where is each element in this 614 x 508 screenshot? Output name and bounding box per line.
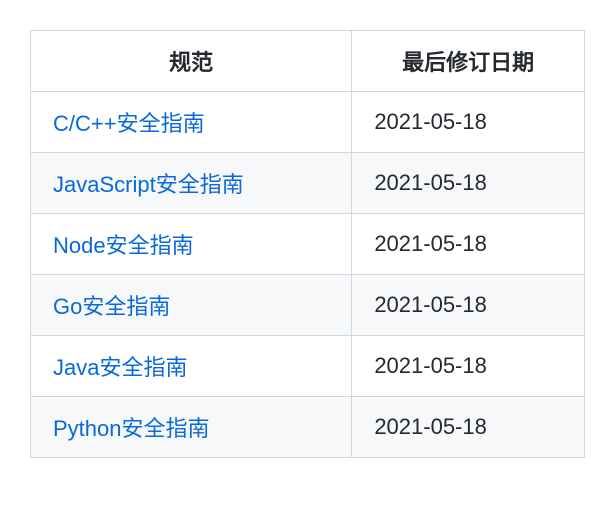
spec-link[interactable]: Java安全指南 (53, 355, 187, 380)
security-guides-table: 规范 最后修订日期 C/C++安全指南 2021-05-18 JavaScrip… (30, 30, 585, 458)
spec-link[interactable]: Python安全指南 (53, 416, 210, 441)
date-cell: 2021-05-18 (352, 214, 585, 275)
spec-link[interactable]: Node安全指南 (53, 233, 194, 258)
table-row: Node安全指南 2021-05-18 (31, 214, 585, 275)
date-cell: 2021-05-18 (352, 336, 585, 397)
table-row: Python安全指南 2021-05-18 (31, 397, 585, 458)
date-cell: 2021-05-18 (352, 153, 585, 214)
date-cell: 2021-05-18 (352, 275, 585, 336)
date-cell: 2021-05-18 (352, 397, 585, 458)
spec-cell: JavaScript安全指南 (31, 153, 352, 214)
table-row: JavaScript安全指南 2021-05-18 (31, 153, 585, 214)
spec-link[interactable]: C/C++安全指南 (53, 111, 205, 136)
date-cell: 2021-05-18 (352, 92, 585, 153)
table-body: C/C++安全指南 2021-05-18 JavaScript安全指南 2021… (31, 92, 585, 458)
spec-link[interactable]: JavaScript安全指南 (53, 172, 244, 197)
table-header-row: 规范 最后修订日期 (31, 31, 585, 92)
table-row: Java安全指南 2021-05-18 (31, 336, 585, 397)
spec-cell: C/C++安全指南 (31, 92, 352, 153)
spec-cell: Java安全指南 (31, 336, 352, 397)
spec-cell: Go安全指南 (31, 275, 352, 336)
table-row: Go安全指南 2021-05-18 (31, 275, 585, 336)
spec-cell: Python安全指南 (31, 397, 352, 458)
spec-cell: Node安全指南 (31, 214, 352, 275)
table-row: C/C++安全指南 2021-05-18 (31, 92, 585, 153)
header-date: 最后修订日期 (352, 31, 585, 92)
header-spec: 规范 (31, 31, 352, 92)
spec-link[interactable]: Go安全指南 (53, 294, 170, 319)
